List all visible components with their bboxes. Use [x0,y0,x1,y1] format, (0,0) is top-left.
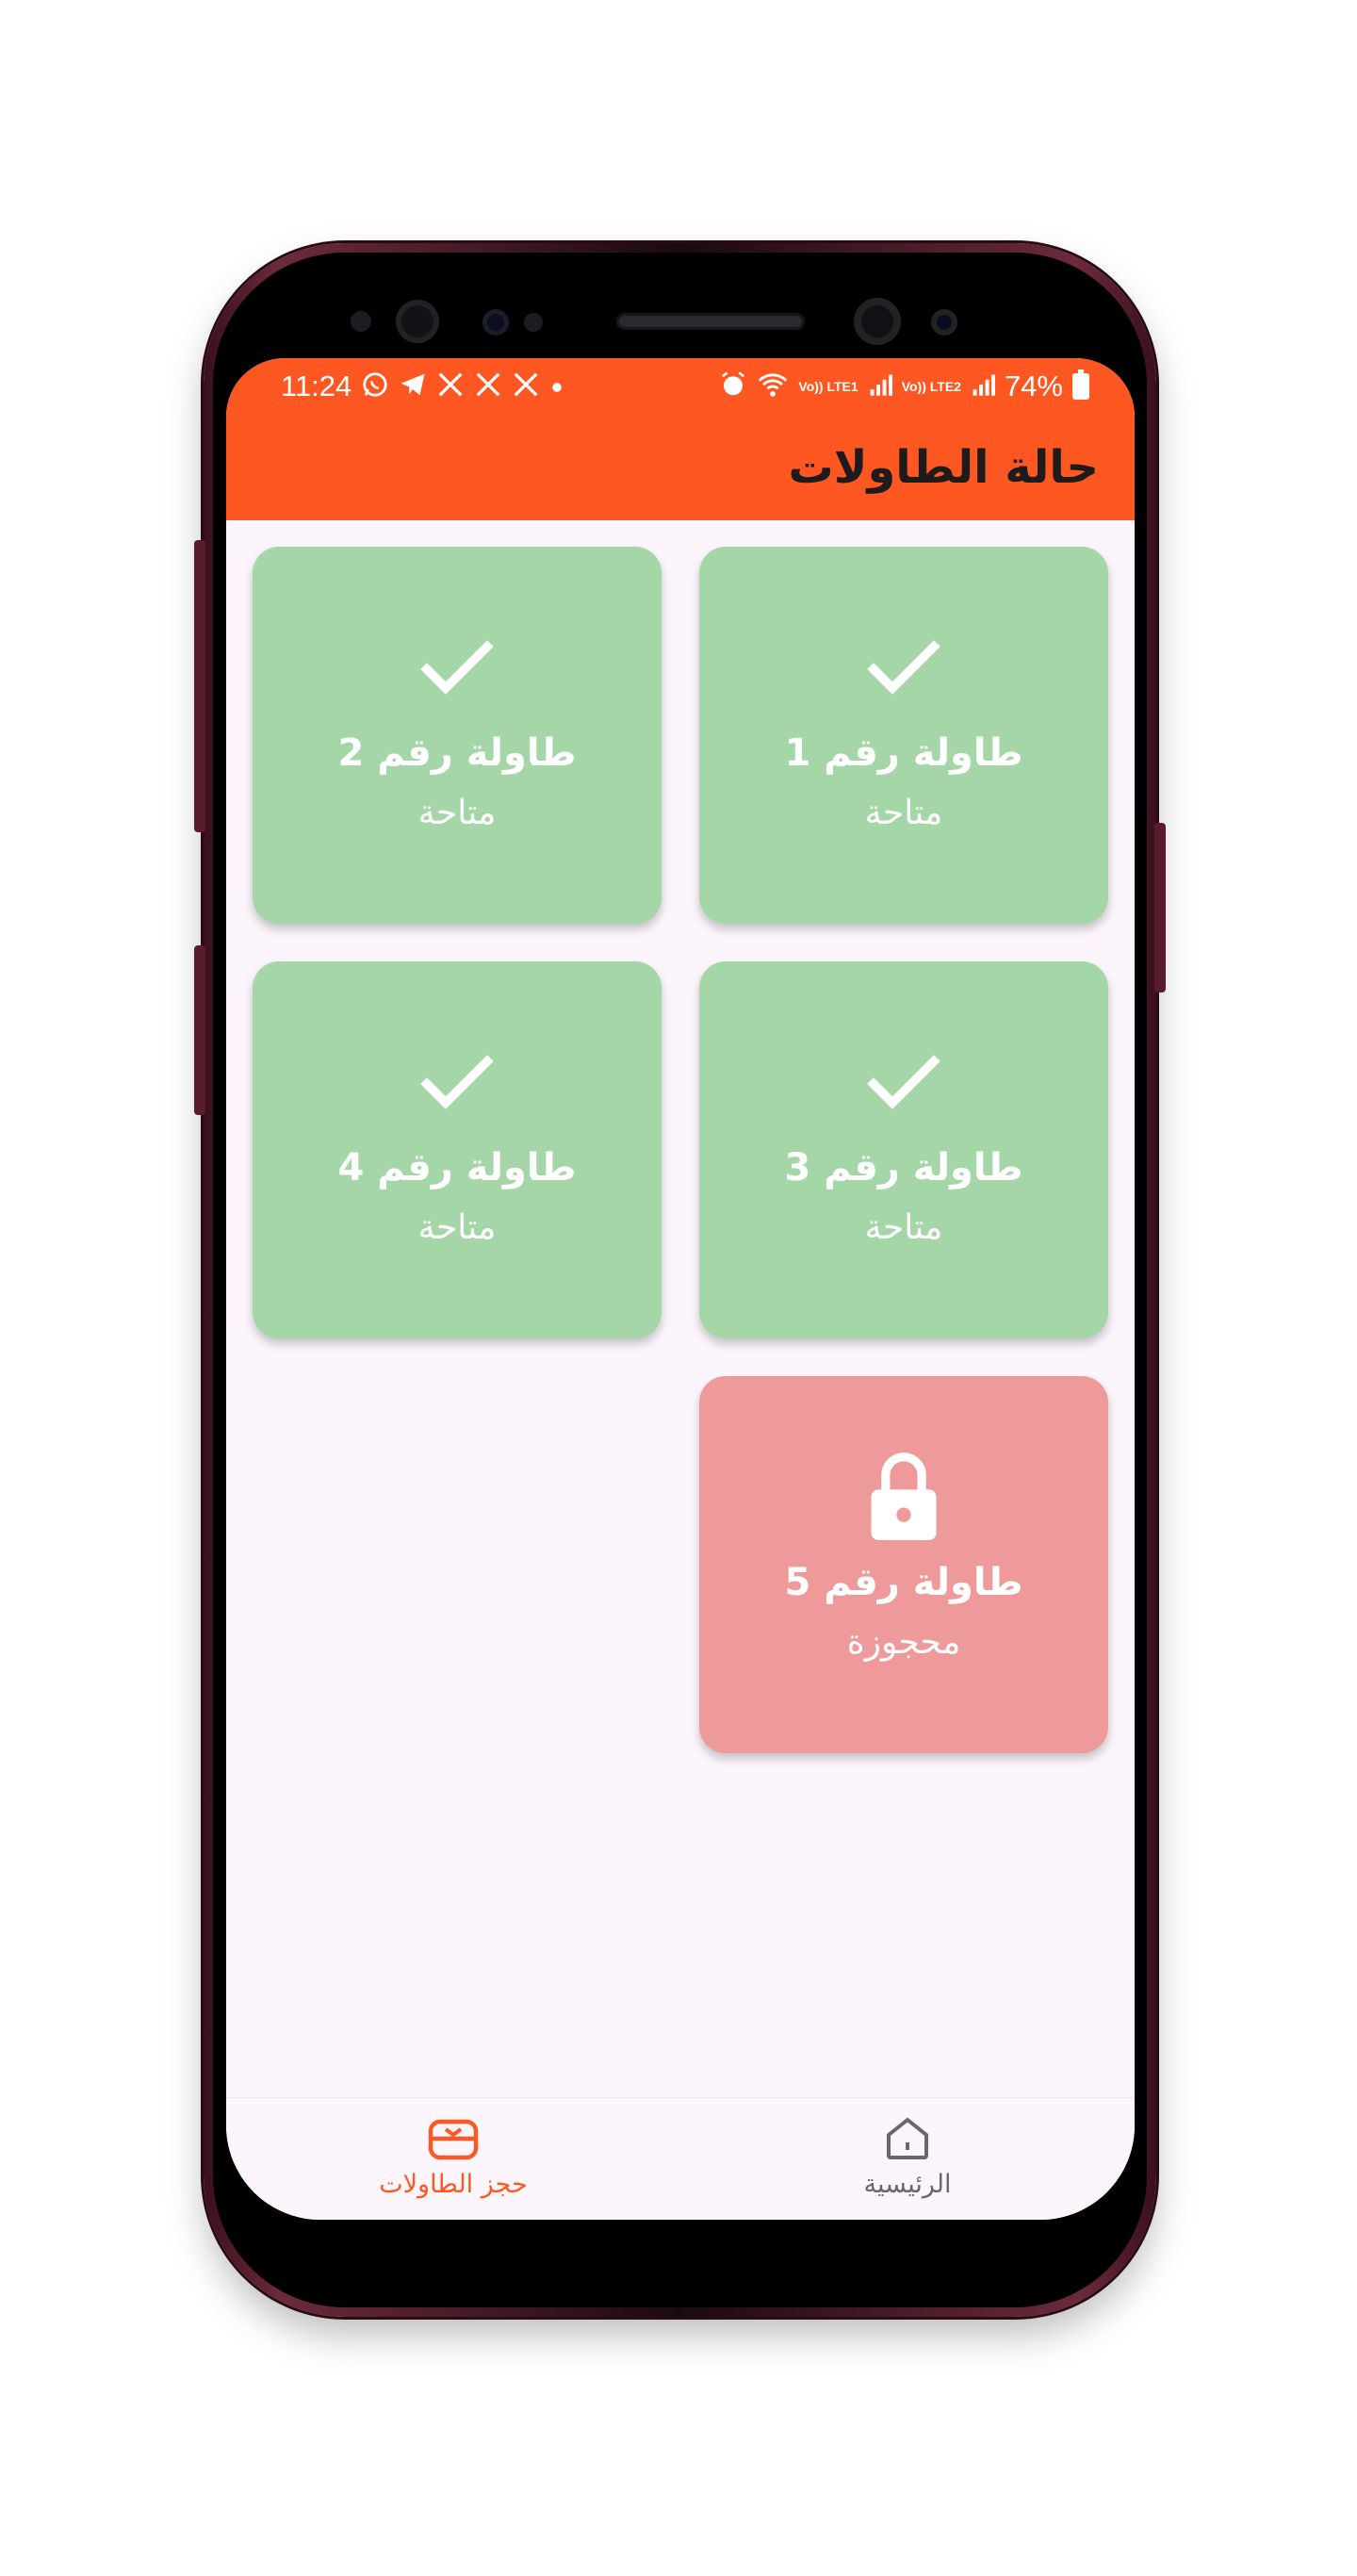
front-camera [854,298,901,345]
table-card-5[interactable]: طاولة رقم 5 محجوزة [699,1376,1108,1753]
status-bar: 11:24 Vo)) LTE1 Vo)) LTE2 74% [226,358,1135,415]
x-icon [474,370,502,403]
table-status: محجوزة [846,1623,961,1662]
table-title: طاولة رقم 3 [784,1146,1023,1190]
x-icon [512,370,540,403]
volume-up-button [194,540,205,832]
check-icon [410,1035,504,1129]
battery-icon [1072,369,1089,400]
table-card-4[interactable]: طاولة رقم 4 متاحة [253,961,662,1338]
check-icon [410,620,504,714]
page-title: حالة الطاولات [788,441,1099,494]
nav-label-table-booking: حجز الطاولات [379,2170,528,2199]
table-status: متاحة [864,794,943,832]
home-icon [881,2115,934,2166]
table-status: متاحة [864,1208,943,1247]
check-icon [857,620,951,714]
lte2-label: Vo)) LTE2 [901,378,961,394]
tables-grid: طاولة رقم 1 متاحة طاولة رقم 2 متاحة طاول… [253,547,1108,1753]
camera-sensor [931,309,957,336]
telegram-icon [399,370,427,403]
led-indicator [524,313,543,332]
power-button [1154,823,1166,993]
light-sensor [482,309,509,336]
table-title: طاولة رقم 4 [337,1146,577,1190]
table-status: متاحة [417,1208,497,1247]
iris-sensor [396,300,439,343]
signal-lte1-icon [868,372,892,402]
x-icon [436,370,465,403]
dot-icon [549,373,564,400]
table-status: متاحة [417,794,497,832]
table-card-3[interactable]: طاولة رقم 3 متاحة [699,961,1108,1338]
nav-label-home: الرئيسية [863,2170,952,2199]
battery-percent: 74% [1004,369,1063,402]
lte1-label: Vo)) LTE1 [798,378,858,394]
check-icon [857,1035,951,1129]
whatsapp-icon [361,370,389,403]
bottom-navigation: حجز الطاولات الرئيسية [226,2097,1135,2220]
wifi-icon [757,370,789,403]
nav-item-table-booking[interactable]: حجز الطاولات [226,2098,680,2220]
table-title: طاولة رقم 5 [784,1561,1023,1604]
app-screen: 11:24 Vo)) LTE1 Vo)) LTE2 74% حالة الطاو… [226,358,1135,2220]
table-card-1[interactable]: طاولة رقم 1 متاحة [699,547,1108,924]
lock-icon [857,1450,951,1544]
table-title: طاولة رقم 1 [784,731,1023,775]
earpiece-speaker [616,313,805,330]
table-card-2[interactable]: طاولة رقم 2 متاحة [253,547,662,924]
signal-lte2-icon [971,372,995,402]
table-title: طاولة رقم 2 [337,731,577,775]
alarm-icon [719,370,747,403]
volume-down-button [194,945,205,1115]
app-bar: حالة الطاولات [226,415,1135,520]
nav-item-home[interactable]: الرئيسية [680,2098,1135,2220]
status-time: 11:24 [281,369,352,402]
table-booking-icon [427,2115,480,2166]
proximity-sensor [351,311,371,332]
